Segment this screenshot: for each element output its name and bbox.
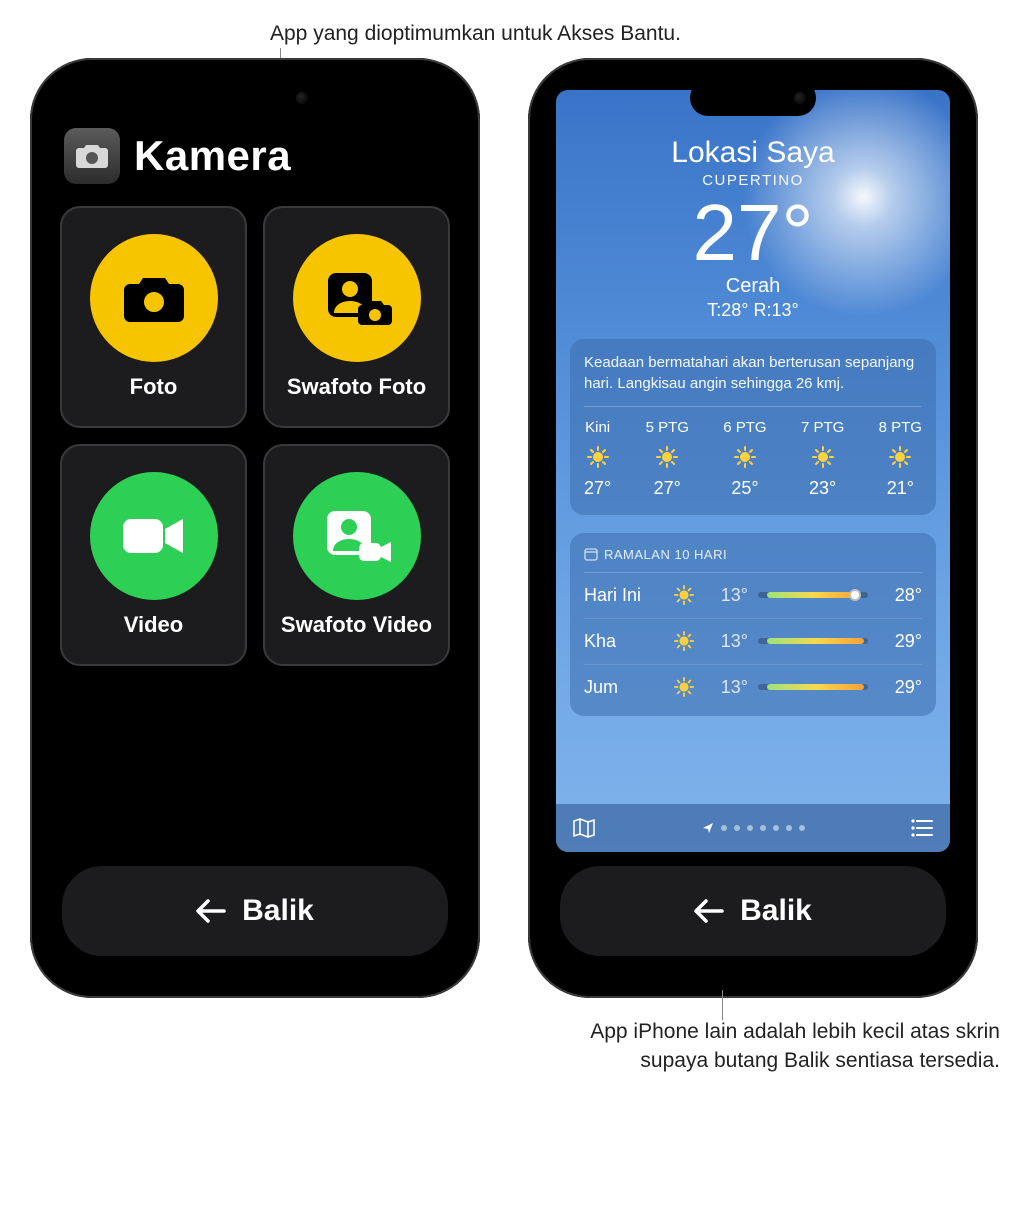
page-dots[interactable] — [702, 822, 805, 834]
daily-row: Jum 13° 29° — [584, 665, 922, 710]
screen-weather-app: Lokasi Saya CUPERTINO 27° Cerah T:28° R:… — [542, 72, 964, 984]
camera-app-icon — [64, 128, 120, 184]
temp-range-bar — [758, 638, 868, 644]
back-label: Balik — [242, 894, 314, 928]
hour-label: Kini — [585, 419, 610, 436]
day-lo: 13° — [704, 677, 748, 698]
day-name: Kha — [584, 631, 664, 652]
weather-app-view[interactable]: Lokasi Saya CUPERTINO 27° Cerah T:28° R:… — [556, 90, 950, 852]
temp-range-bar — [758, 684, 868, 690]
calendar-icon — [584, 547, 598, 561]
sun-icon — [674, 585, 694, 605]
sun-icon — [656, 446, 678, 468]
tile-label: Swafoto Foto — [287, 374, 426, 400]
arrow-left-icon — [196, 899, 226, 923]
hour-temp: 27° — [584, 478, 611, 499]
hour-slot: 8 PTG 21° — [879, 419, 922, 499]
tile-label: Foto — [130, 374, 178, 400]
hour-slot: 5 PTG 27° — [646, 419, 689, 499]
back-button[interactable]: Balik — [62, 866, 448, 956]
location-arrow-icon — [702, 822, 714, 834]
temp-range-bar — [758, 592, 868, 598]
hourly-forecast-card[interactable]: Keadaan bermatahari akan berterusan sepa… — [570, 339, 936, 515]
current-temp: 27° — [556, 193, 950, 273]
hour-label: 5 PTG — [646, 419, 689, 436]
tile-label: Video — [124, 612, 184, 638]
day-lo: 13° — [704, 631, 748, 652]
callout-bottom: App iPhone lain adalah lebih kecil atas … — [580, 1018, 1000, 1075]
day-name: Jum — [584, 677, 664, 698]
sun-icon — [587, 446, 609, 468]
phone-standard-app: Lokasi Saya CUPERTINO 27° Cerah T:28° R:… — [528, 58, 978, 998]
weather-header: Lokasi Saya CUPERTINO 27° Cerah T:28° R:… — [556, 90, 950, 321]
dynamic-island — [192, 80, 318, 116]
hour-slot: Kini 27° — [584, 419, 611, 499]
dynamic-island — [690, 80, 816, 116]
hour-slot: 6 PTG 25° — [723, 419, 766, 499]
day-lo: 13° — [704, 585, 748, 606]
hour-label: 8 PTG — [879, 419, 922, 436]
day-hi: 29° — [878, 631, 922, 652]
sun-icon — [734, 446, 756, 468]
daily-row: Kha 13° 29° — [584, 619, 922, 665]
selfie-camera-icon — [293, 234, 421, 362]
hour-temp: 23° — [809, 478, 836, 499]
hour-temp: 25° — [731, 478, 758, 499]
day-hi: 29° — [878, 677, 922, 698]
map-icon[interactable] — [572, 817, 596, 839]
camera-options-grid: Foto Swafoto Foto — [44, 198, 466, 666]
hour-label: 7 PTG — [801, 419, 844, 436]
tile-foto[interactable]: Foto — [60, 206, 247, 428]
selfie-video-icon — [293, 472, 421, 600]
callout-top: App yang dioptimumkan untuk Akses Bantu. — [270, 20, 690, 48]
hour-temp: 27° — [654, 478, 681, 499]
weather-toolbar — [556, 804, 950, 852]
video-icon — [90, 472, 218, 600]
list-icon[interactable] — [910, 818, 934, 838]
city-name: CUPERTINO — [556, 172, 950, 189]
tile-video[interactable]: Video — [60, 444, 247, 666]
hour-slot: 7 PTG 23° — [801, 419, 844, 499]
hour-temp: 21° — [887, 478, 914, 499]
daily-forecast-card[interactable]: RAMALAN 10 HARI Hari Ini 13° 28° Kha — [570, 533, 936, 716]
daily-title: RAMALAN 10 HARI — [584, 547, 922, 573]
back-button[interactable]: Balik — [560, 866, 946, 956]
arrow-left-icon — [694, 899, 724, 923]
condition: Cerah — [556, 275, 950, 298]
day-hi: 28° — [878, 585, 922, 606]
hourly-row: Kini 27° 5 PTG 27° 6 PTG — [584, 419, 922, 499]
camera-icon — [90, 234, 218, 362]
back-label: Balik — [740, 894, 812, 928]
app-title: Kamera — [134, 132, 291, 180]
daily-row: Hari Ini 13° 28° — [584, 573, 922, 619]
tile-label: Swafoto Video — [281, 612, 432, 638]
sun-icon — [674, 677, 694, 697]
hi-lo: T:28° R:13° — [556, 300, 950, 321]
tile-swafoto-video[interactable]: Swafoto Video — [263, 444, 450, 666]
screen-camera-app: Kamera Foto — [44, 72, 466, 984]
phone-assistive-access: Kamera Foto — [30, 58, 480, 998]
camera-icon — [75, 142, 109, 170]
tile-swafoto-foto[interactable]: Swafoto Foto — [263, 206, 450, 428]
location-title: Lokasi Saya — [556, 136, 950, 170]
forecast-summary: Keadaan bermatahari akan berterusan sepa… — [584, 353, 922, 407]
hour-label: 6 PTG — [723, 419, 766, 436]
sun-icon — [674, 631, 694, 651]
sun-icon — [812, 446, 834, 468]
day-name: Hari Ini — [584, 585, 664, 606]
sun-icon — [889, 446, 911, 468]
